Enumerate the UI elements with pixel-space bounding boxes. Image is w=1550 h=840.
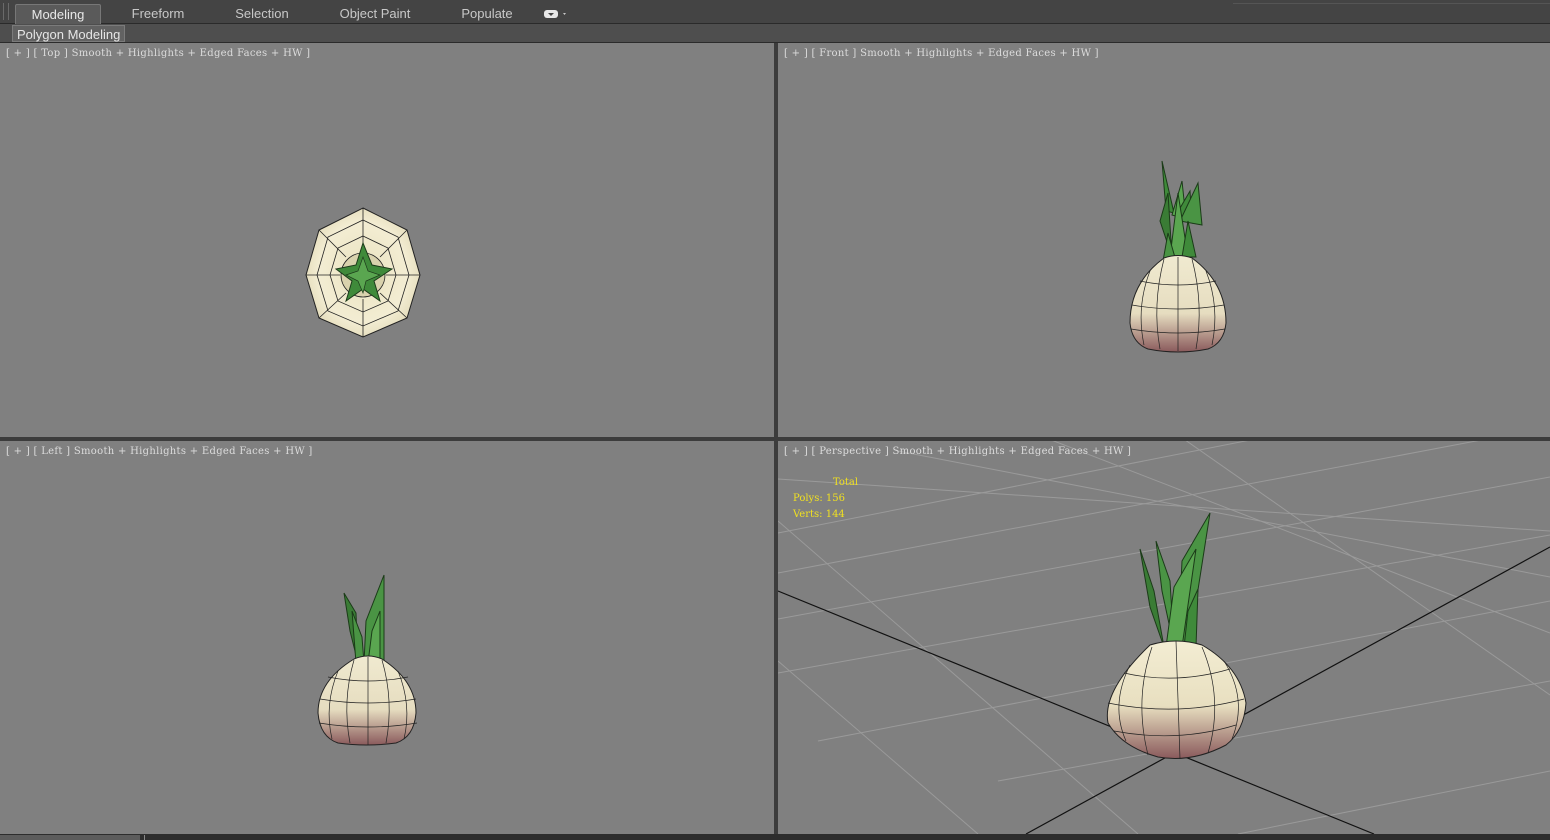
top-view-garlic-mesh (305, 207, 421, 338)
front-view-garlic-mesh (1129, 160, 1227, 353)
viewport-shading-mode[interactable]: Smooth + Highlights + Edged Faces + HW ] (72, 48, 311, 59)
tab-modeling[interactable]: Modeling (15, 4, 101, 24)
stats-polys: Polys: 156 (793, 493, 845, 504)
ribbon-grip-handle[interactable] (3, 3, 9, 20)
viewport-menu-plus[interactable]: [ + ] (784, 446, 808, 457)
timeline-slider[interactable] (0, 835, 140, 840)
viewport-label-perspective[interactable]: [ + ] [ Perspective ] Smooth + Highlight… (784, 446, 1131, 457)
scene-statistics: Total Polys: 156 Verts: 144 (793, 475, 858, 523)
viewport-front[interactable]: [ + ] [ Front ] Smooth + Highlights + Ed… (778, 43, 1550, 437)
timeline-bar (0, 834, 1550, 840)
viewport-label-left[interactable]: [ + ] [ Left ] Smooth + Highlights + Edg… (6, 446, 313, 457)
viewport-perspective[interactable]: [ + ] [ Perspective ] Smooth + Highlight… (778, 441, 1550, 834)
viewport-view-name[interactable]: Front (819, 48, 849, 59)
ribbon-divider (1233, 0, 1550, 4)
viewport-label-top[interactable]: [ + ] [ Top ] Smooth + Highlights + Edge… (6, 48, 310, 59)
ribbon-tab-bar: Modeling Freeform Selection Object Paint… (0, 0, 1550, 24)
ribbon-options-icon[interactable] (543, 8, 571, 20)
viewport-view-name[interactable]: Left (41, 446, 62, 457)
polygon-modeling-panel-button[interactable]: Polygon Modeling (12, 25, 126, 42)
viewport-menu-plus[interactable]: [ + ] (6, 446, 30, 457)
viewport-view-name[interactable]: Perspective (819, 446, 881, 457)
left-view-garlic-mesh (317, 574, 418, 746)
timeline-divider (144, 835, 145, 840)
perspective-view-scene (778, 441, 1550, 834)
ribbon-panel-row: Polygon Modeling (0, 24, 1550, 43)
viewport-left[interactable]: [ + ] [ Left ] Smooth + Highlights + Edg… (0, 441, 774, 834)
viewport-shading-mode[interactable]: Smooth + Highlights + Edged Faces + HW ] (74, 446, 313, 457)
viewport-menu-plus[interactable]: [ + ] (784, 48, 808, 59)
tab-populate[interactable]: Populate (450, 4, 524, 24)
viewport-label-front[interactable]: [ + ] [ Front ] Smooth + Highlights + Ed… (784, 48, 1099, 59)
tab-freeform[interactable]: Freeform (117, 4, 199, 24)
stats-verts: Verts: 144 (793, 509, 845, 520)
viewport-shading-mode[interactable]: Smooth + Highlights + Edged Faces + HW ] (893, 446, 1132, 457)
viewport-shading-mode[interactable]: Smooth + Highlights + Edged Faces + HW ] (860, 48, 1099, 59)
viewport-view-name[interactable]: Top (41, 48, 60, 59)
tab-selection[interactable]: Selection (222, 4, 302, 24)
ground-grid (778, 441, 1550, 834)
viewport-menu-plus[interactable]: [ + ] (6, 48, 30, 59)
viewport-top[interactable]: [ + ] [ Top ] Smooth + Highlights + Edge… (0, 43, 774, 437)
tab-object-paint[interactable]: Object Paint (330, 4, 420, 24)
stats-header: Total (833, 477, 859, 488)
